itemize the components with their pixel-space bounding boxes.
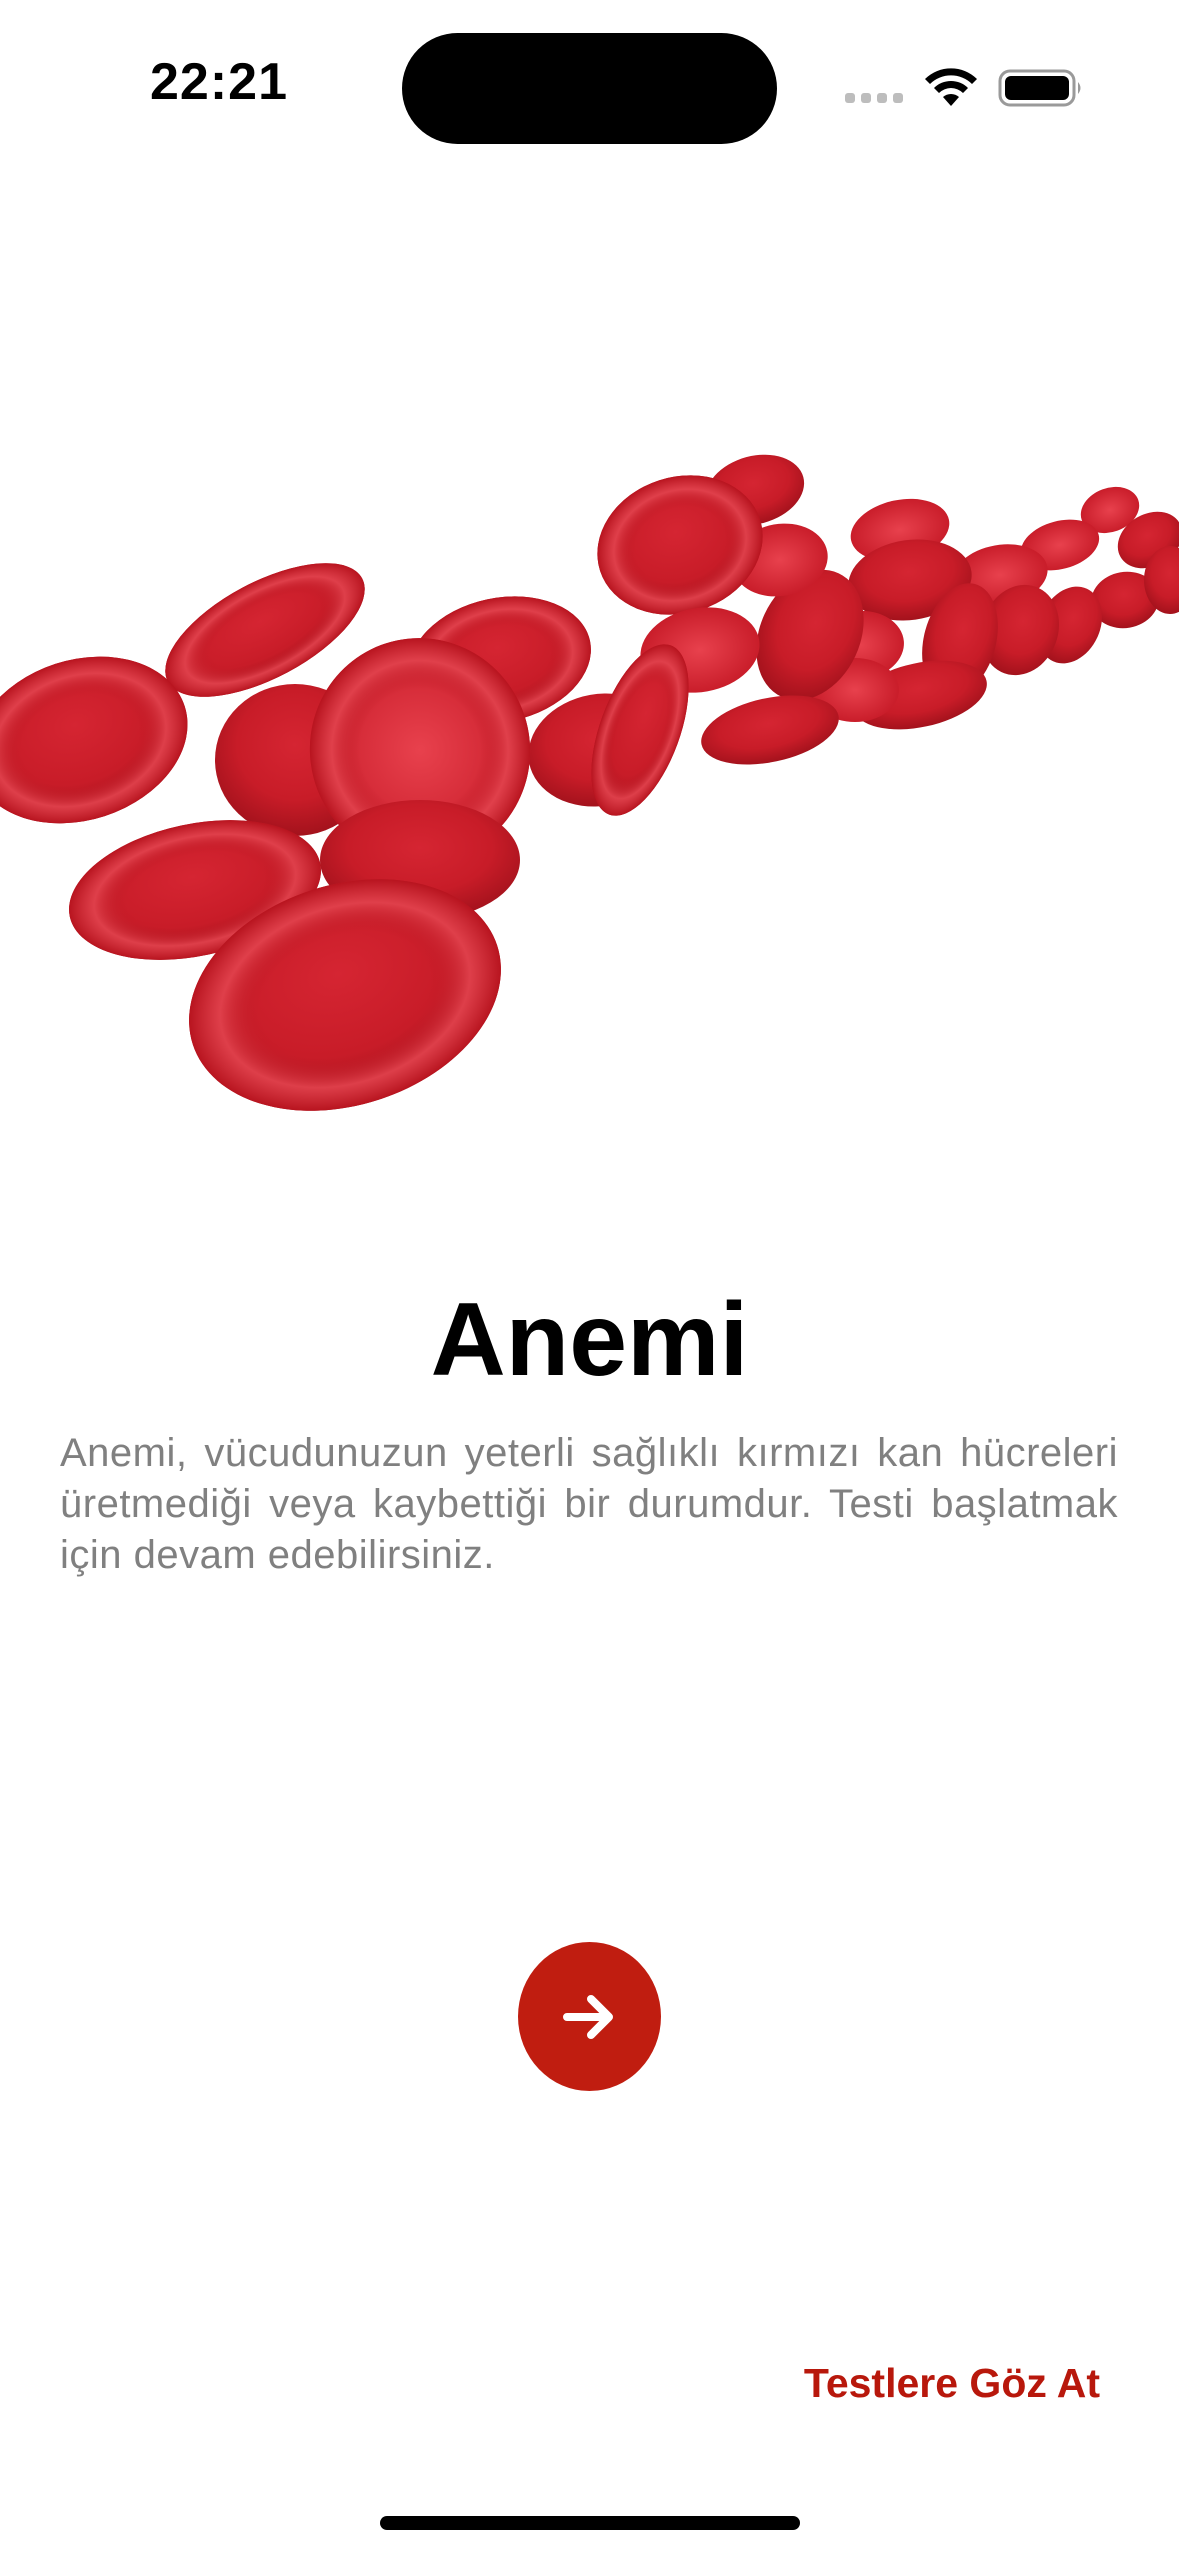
next-button[interactable] [518, 1942, 661, 2091]
status-time: 22:21 [150, 53, 288, 111]
battery-full-icon [998, 69, 1081, 107]
browse-tests-link[interactable]: Testlere Göz At [760, 2360, 1100, 2407]
page-description: Anemi, vücudunuzun yeterli sağlıklı kırm… [60, 1431, 1118, 1577]
wifi-icon [925, 68, 977, 106]
cellular-signal-icon [845, 93, 905, 107]
red-blood-cells-image [0, 454, 1179, 1111]
home-indicator[interactable] [380, 2516, 800, 2530]
arrow-right-icon [562, 1994, 613, 2039]
page-title: Anemi [430, 1282, 749, 1398]
dynamic-island [402, 33, 777, 144]
